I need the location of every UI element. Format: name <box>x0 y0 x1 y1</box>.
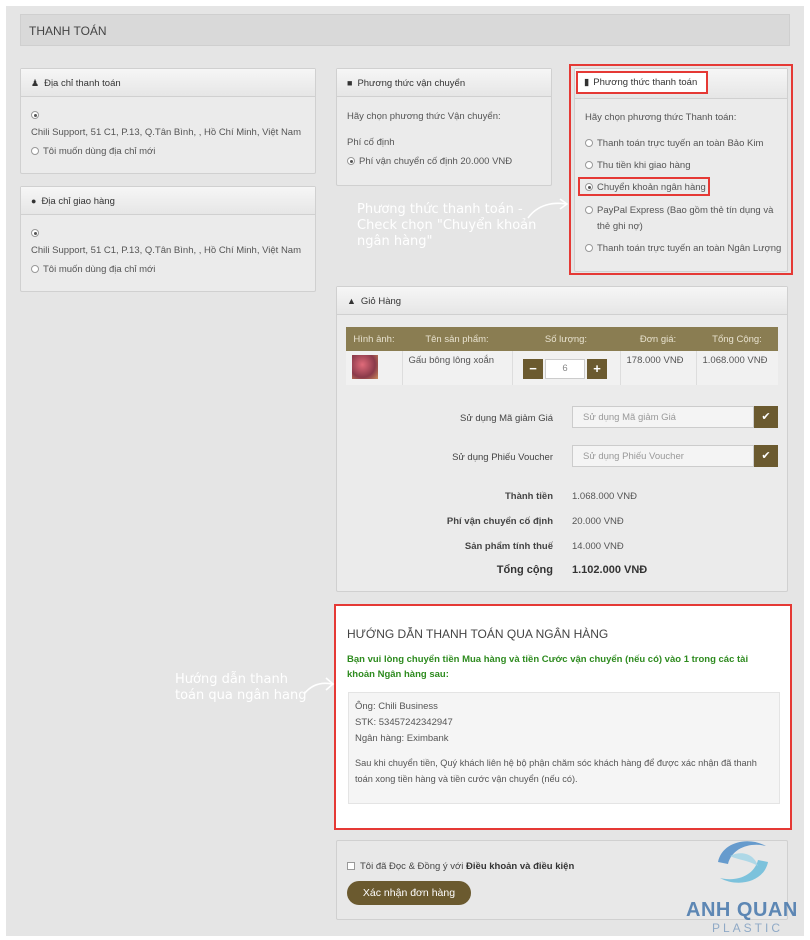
cart-header: ▲ Giỏ Hàng <box>337 287 787 315</box>
col-qty: Số lượng: <box>512 327 620 351</box>
payment-annotation: Phương thức thanh toán - Check chọn "Chu… <box>357 202 536 250</box>
watermark-sub: PLASTIC <box>712 921 784 935</box>
billing-new-radio[interactable] <box>31 147 39 155</box>
voucher-input[interactable]: Sử dụng Phiếu Voucher <box>572 445 754 467</box>
product-image-cell <box>346 351 403 385</box>
bank-instructions-panel: HƯỚNG DẪN THANH TOÁN QUA NGÂN HÀNG Bạn v… <box>334 604 792 830</box>
col-price: Đơn giá: <box>620 327 696 351</box>
bank-name: Ngân hàng: Eximbank <box>355 733 449 744</box>
shipping-method-title: Phương thức vận chuyển <box>357 78 466 89</box>
bank-title: HƯỚNG DẪN THANH TOÁN QUA NGÂN HÀNG <box>347 627 609 641</box>
shipping-fixed-radio[interactable] <box>347 157 355 165</box>
bank-annotation: Hướng dẫn thanh toán qua ngân hang <box>175 672 307 704</box>
qty-input[interactable]: 6 <box>545 359 585 379</box>
bank-after-line2: toán xong tiền hàng và tiền cước vận chu… <box>355 774 578 784</box>
shipping-method-panel: ■ Phương thức vận chuyển Hãy chọn phương … <box>336 68 552 186</box>
col-image: Hình ảnh: <box>346 327 402 351</box>
product-name[interactable]: Gấu bông lông xoắn <box>402 351 513 385</box>
product-thumbnail[interactable] <box>352 355 378 379</box>
payment-title-highlight: ▮ Phương thức thanh toán <box>576 71 708 94</box>
payment-annotation-arrow <box>527 198 569 219</box>
agree-label: Tôi đã Đọc & Đồng ý với Điều khoản và đi… <box>360 861 574 872</box>
billing-address-panel: ♟ Địa chỉ thanh toán Chili Support, 51 C1… <box>20 68 316 174</box>
billing-address-text: Chili Support, 51 C1, P.13, Q.Tân Bình, … <box>31 127 302 138</box>
col-total: Tổng Cộng: <box>696 327 778 351</box>
cart-icon: ▲ <box>347 296 356 306</box>
coupon-apply-button[interactable]: ✔ <box>754 406 778 428</box>
anh-quan-logo-icon <box>718 841 768 883</box>
agree-prefix: Tôi đã Đọc & Đồng ý với <box>360 861 467 872</box>
cart-title: Giỏ Hàng <box>360 296 402 307</box>
coupon-label: Sử dụng Mã giảm Giá <box>460 413 553 424</box>
shipping-fee-value: 20.000 VNĐ <box>572 516 624 527</box>
bank-notice-line2: khoản Ngân hàng sau: <box>347 669 449 680</box>
shipping-address-title: Địa chỉ giao hàng <box>41 196 115 207</box>
coupon-input[interactable]: Sử dụng Mã giảm Giá <box>572 406 754 428</box>
shipping-new-label: Tôi muốn dùng địa chỉ mới <box>43 264 156 275</box>
col-name: Tên sản phẩm: <box>402 327 512 351</box>
bank-option-highlight <box>578 177 710 196</box>
bank-notice-line1: Bạn vui lòng chuyển tiền Mua hàng và tiề… <box>347 654 749 665</box>
voucher-label: Sử dụng Phiếu Voucher <box>452 452 553 463</box>
shipping-method-prompt: Hãy chọn phương thức Vận chuyển: <box>347 111 501 122</box>
terms-link[interactable]: Điều khoản và điều kiện <box>466 861 574 872</box>
tax-value: 14.000 VNĐ <box>572 541 624 552</box>
voucher-apply-button[interactable]: ✔ <box>754 445 778 467</box>
shipping-fee-label: Phí vận chuyển cố định <box>446 516 553 527</box>
shipping-address-panel: ● Địa chỉ giao hàng Chili Support, 51 C1,… <box>20 186 316 292</box>
product-unit-price: 178.000 VNĐ <box>620 351 697 385</box>
billing-new-label: Tôi muốn dùng địa chỉ mới <box>43 146 156 157</box>
product-total: 1.068.000 VNĐ <box>696 351 778 385</box>
billing-address-title: Địa chỉ thanh toán <box>44 78 121 89</box>
page-title: THANH TOÁN <box>29 24 107 38</box>
map-marker-icon: ● <box>31 196 37 206</box>
payment-annotation-line1: Phương thức thanh toán - <box>357 202 523 217</box>
truck-icon: ■ <box>347 78 353 88</box>
cart-table-header: Hình ảnh: Tên sản phẩm: Số lượng: Đơn gi… <box>346 327 778 351</box>
shipping-existing-radio[interactable] <box>31 229 39 237</box>
confirm-order-button[interactable]: Xác nhận đơn hàng <box>347 881 471 905</box>
wallet-icon: ▮ <box>584 77 590 88</box>
bank-account: STK: 53457242342947 <box>355 717 453 728</box>
tax-label: Sản phẩm tính thuế <box>464 541 553 552</box>
bank-annotation-line1: Hướng dẫn thanh <box>175 672 288 687</box>
shipping-method-group: Phí cố định <box>347 137 395 148</box>
payment-method-title: Phương thức thanh toán <box>593 77 698 88</box>
billing-existing-radio[interactable] <box>31 111 39 119</box>
bank-annotation-arrow <box>303 677 335 695</box>
grand-total-value: 1.102.000 VNĐ <box>572 564 648 576</box>
qty-increase-button[interactable]: + <box>587 359 607 379</box>
bank-after-line1: Sau khi chuyển tiền, Quý khách liên hệ b… <box>355 758 757 768</box>
grand-total-label: Tổng cộng <box>496 564 553 576</box>
payment-panel-highlight <box>569 64 793 275</box>
subtotal-value: 1.068.000 VNĐ <box>572 491 637 502</box>
subtotal-label: Thành tiền <box>504 491 553 502</box>
bank-annotation-line2: toán qua ngân hang <box>175 688 307 703</box>
watermark-brand: ANH QUAN <box>686 899 798 921</box>
qty-decrease-button[interactable]: − <box>523 359 543 379</box>
bank-owner: Ông: Chili Business <box>355 701 438 712</box>
agree-checkbox[interactable] <box>347 862 355 870</box>
shipping-fixed-label: Phí vận chuyển cố định 20.000 VNĐ <box>359 156 513 167</box>
shipping-address-text: Chili Support, 51 C1, P.13, Q.Tân Bình, … <box>31 245 302 256</box>
payment-annotation-line2: Check chọn "Chuyển khoản <box>357 218 537 233</box>
shipping-method-header: ■ Phương thức vận chuyển <box>337 69 551 97</box>
shipping-new-radio[interactable] <box>31 265 39 273</box>
billing-address-header: ♟ Địa chỉ thanh toán <box>21 69 315 97</box>
payment-annotation-line3: ngân hàng" <box>357 234 433 249</box>
shipping-address-header: ● Địa chỉ giao hàng <box>21 187 315 215</box>
users-icon: ♟ <box>31 78 40 88</box>
bank-details-box: Ông: Chili Business STK: 53457242342947 … <box>348 692 780 804</box>
page-title-bar: THANH TOÁN <box>20 14 790 46</box>
